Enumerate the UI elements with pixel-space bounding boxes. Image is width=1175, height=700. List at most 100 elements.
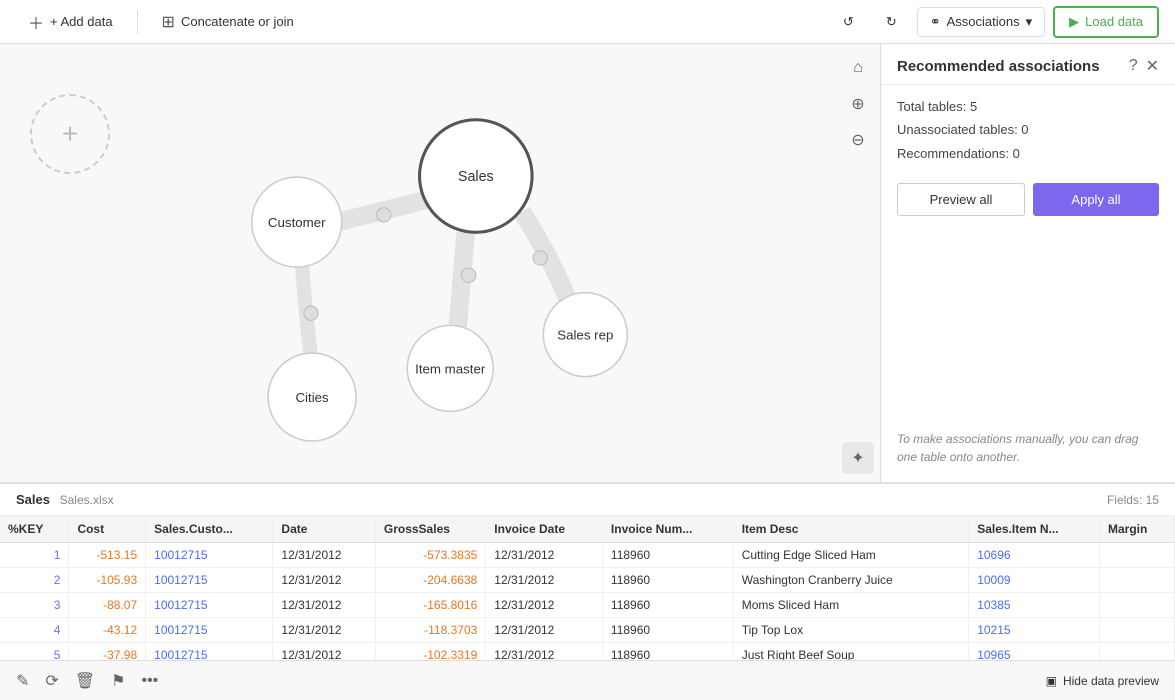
zoom-in-button[interactable]: ⊕: [842, 88, 874, 120]
zoom-in-icon: ⊕: [851, 94, 864, 114]
table-cell: -204.6638: [375, 568, 485, 593]
table-header-row: %KEYCostSales.Custo...DateGrossSalesInvo…: [0, 516, 1175, 543]
total-tables-stat: Total tables: 5: [897, 95, 1159, 118]
load-data-button[interactable]: ▶ Load data: [1053, 6, 1159, 38]
undo-button[interactable]: ↺: [831, 8, 866, 36]
zoom-out-icon: ⊖: [851, 130, 864, 150]
monitor-icon: ▣: [1046, 674, 1057, 688]
column-header: %KEY: [0, 516, 69, 543]
preview-subtitle: Sales.xlsx: [60, 493, 114, 507]
table-cell: -37.98: [69, 643, 146, 661]
table-cell: 12/31/2012: [273, 543, 375, 568]
table-cell: Just Right Beef Soup: [733, 643, 968, 661]
table-cell: -43.12: [69, 618, 146, 643]
right-panel: Recommended associations ? ✕ Total table…: [880, 44, 1175, 482]
home-view-button[interactable]: ⌂: [842, 52, 874, 84]
table-row: 1-513.151001271512/31/2012-573.383512/31…: [0, 543, 1175, 568]
plus-circle-icon: +: [62, 118, 78, 150]
table-cell: -88.07: [69, 593, 146, 618]
refresh-icon[interactable]: ⟳: [45, 671, 58, 691]
column-header: Invoice Num...: [602, 516, 733, 543]
panel-stats: Total tables: 5 Unassociated tables: 0 R…: [881, 85, 1175, 175]
top-toolbar: ＋ + Add data ⊞ Concatenate or join ↺ ↻ ⚭…: [0, 0, 1175, 44]
play-circle-icon: ▶: [1069, 14, 1079, 30]
table-cell: 12/31/2012: [486, 568, 603, 593]
recommendations-stat: Recommendations: 0: [897, 142, 1159, 165]
table-cell: 12/31/2012: [273, 643, 375, 661]
more-icon[interactable]: •••: [141, 672, 158, 690]
side-icons-panel: ⌂ ⊕ ⊖ ✦: [836, 44, 880, 482]
preview-title: Sales: [16, 492, 50, 507]
column-header: Sales.Item N...: [969, 516, 1100, 543]
panel-header: Recommended associations ? ✕: [881, 44, 1175, 85]
table-cell: 10215: [969, 618, 1100, 643]
column-header: GrossSales: [375, 516, 485, 543]
svg-text:Cities: Cities: [295, 390, 329, 405]
data-table: %KEYCostSales.Custo...DateGrossSalesInvo…: [0, 516, 1175, 660]
preview-header: Sales Sales.xlsx Fields: 15: [0, 484, 1175, 516]
svg-text:Customer: Customer: [268, 215, 326, 230]
column-header: Invoice Date: [486, 516, 603, 543]
table-cell: -105.93: [69, 568, 146, 593]
zoom-out-button[interactable]: ⊖: [842, 124, 874, 156]
table-cell: 10012715: [146, 543, 273, 568]
table-cell: 10696: [969, 543, 1100, 568]
redo-icon: ↻: [886, 14, 897, 30]
person-link-icon: ⚭: [930, 14, 941, 30]
table-cell: 12/31/2012: [273, 618, 375, 643]
canvas-area[interactable]: + Sales Customer: [0, 44, 880, 482]
table-cell: 12/31/2012: [486, 593, 603, 618]
table-cell: Moms Sliced Ham: [733, 593, 968, 618]
bottom-icons: ✎ ⟳ 🗑 ⚑ •••: [16, 671, 158, 691]
table-cell: 10012715: [146, 593, 273, 618]
table-cell: -573.3835: [375, 543, 485, 568]
chevron-down-icon: ▾: [1026, 14, 1033, 30]
panel-header-icons: ? ✕: [1129, 56, 1159, 76]
table-cell: 12/31/2012: [486, 618, 603, 643]
preview-all-button[interactable]: Preview all: [897, 183, 1025, 216]
table-cell: 118960: [602, 543, 733, 568]
table-cell: -513.15: [69, 543, 146, 568]
table-row: 5-37.981001271512/31/2012-102.331912/31/…: [0, 643, 1175, 661]
table-cell: [1100, 543, 1175, 568]
undo-icon: ↺: [843, 14, 854, 30]
table-cell: [1100, 593, 1175, 618]
table-cell: 4: [0, 618, 69, 643]
add-table-circle[interactable]: +: [30, 94, 110, 174]
add-data-button[interactable]: ＋ + Add data: [16, 4, 125, 40]
table-row: 4-43.121001271512/31/2012-118.370312/31/…: [0, 618, 1175, 643]
table-row: 2-105.931001271512/31/2012-204.663812/31…: [0, 568, 1175, 593]
delete-icon[interactable]: 🗑: [75, 671, 95, 691]
edit-icon[interactable]: ✎: [16, 671, 29, 691]
table-cell: 12/31/2012: [273, 568, 375, 593]
association-graph: Sales Customer Item master Cities Sales …: [0, 44, 880, 482]
panel-actions: Preview all Apply all: [881, 175, 1175, 224]
associations-button[interactable]: ⚭ Associations ▾: [917, 7, 1045, 37]
redo-button[interactable]: ↻: [874, 8, 909, 36]
magic-wand-icon: ✦: [851, 448, 864, 468]
column-header: Sales.Custo...: [146, 516, 273, 543]
home-icon: ⌂: [853, 59, 863, 77]
filter-icon[interactable]: ⚑: [111, 671, 125, 691]
hide-preview-button[interactable]: ▣ Hide data preview: [1046, 674, 1159, 688]
column-header: Cost: [69, 516, 146, 543]
table-cell: 118960: [602, 643, 733, 661]
plus-icon: ＋: [28, 10, 44, 34]
fields-count: Fields: 15: [1107, 493, 1159, 507]
close-panel-button[interactable]: ✕: [1146, 56, 1159, 76]
table-cell: Cutting Edge Sliced Ham: [733, 543, 968, 568]
concat-icon: ⊞: [162, 12, 175, 32]
concatenate-join-button[interactable]: ⊞ Concatenate or join: [150, 6, 306, 38]
magic-button[interactable]: ✦: [842, 442, 874, 474]
column-header: Margin: [1100, 516, 1175, 543]
help-button[interactable]: ?: [1129, 57, 1138, 75]
table-cell: Tip Top Lox: [733, 618, 968, 643]
table-cell: 118960: [602, 618, 733, 643]
data-table-container[interactable]: %KEYCostSales.Custo...DateGrossSalesInvo…: [0, 516, 1175, 660]
table-cell: -165.8016: [375, 593, 485, 618]
bottom-toolbar: ✎ ⟳ 🗑 ⚑ ••• ▣ Hide data preview: [0, 660, 1175, 700]
unassociated-stat: Unassociated tables: 0: [897, 118, 1159, 141]
table-cell: 3: [0, 593, 69, 618]
table-cell: 118960: [602, 593, 733, 618]
apply-all-button[interactable]: Apply all: [1033, 183, 1159, 216]
